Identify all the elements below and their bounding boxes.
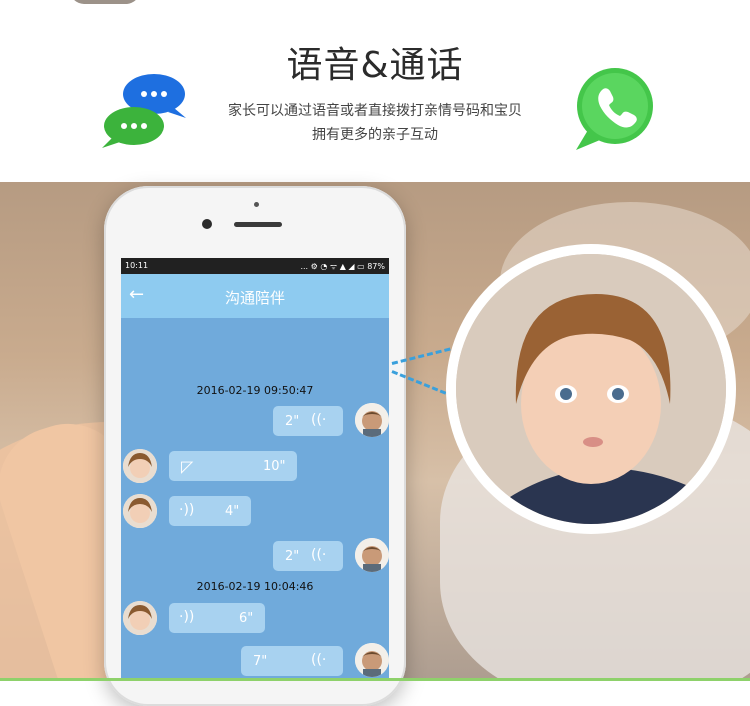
voice-duration: 2" — [285, 549, 300, 564]
earpiece-speaker — [234, 222, 282, 227]
top-decoration — [70, 0, 140, 4]
voice-duration: 6" — [239, 611, 254, 626]
proximity-sensor — [254, 202, 259, 207]
voice-wave-icon: ((· — [311, 547, 327, 563]
voice-duration: 2" — [285, 414, 300, 429]
voice-wave-icon: ((· — [311, 412, 327, 428]
avatar[interactable] — [123, 449, 157, 483]
avatar[interactable] — [355, 403, 389, 437]
status-indicators: ... ⚙ ◔ ᯤ ▲ ◢ ▭ 87% — [300, 262, 385, 271]
voice-wave-icon: ·)) — [179, 609, 195, 625]
chat-screen: 10:11 ... ⚙ ◔ ᯤ ▲ ◢ ▭ 87% ← 沟通陪伴 2016-02… — [121, 258, 389, 681]
voice-message-bubble[interactable]: 2" ((· — [273, 406, 343, 436]
voice-message-bubble[interactable]: 7" ((· — [241, 646, 343, 676]
front-camera — [202, 219, 212, 229]
status-time: 10:11 — [125, 261, 149, 270]
app-title: 沟通陪伴 — [224, 289, 285, 307]
voice-duration: 4" — [225, 504, 240, 519]
voice-wave-icon: ((· — [311, 652, 327, 668]
voice-duration: 7" — [253, 654, 268, 669]
child-portrait-frame — [446, 244, 736, 534]
message-timestamp: 2016-02-19 09:50:47 — [196, 384, 314, 397]
voice-message-bubble[interactable]: ◸ 10" — [169, 451, 297, 481]
voice-message-bubble[interactable]: ·)) 4" — [169, 496, 251, 526]
status-bar: 10:11 ... ⚙ ◔ ᯤ ▲ ◢ ▭ 87% — [121, 258, 389, 274]
whatsapp-phone-icon — [576, 68, 653, 150]
feature-banner: 语音&通话 家长可以通过语音或者直接拨打亲情号码和宝贝 拥有更多的亲子互动 — [0, 0, 750, 182]
avatar[interactable] — [355, 538, 389, 572]
headphones-icon: ◸ — [181, 457, 194, 476]
voice-duration: 10" — [263, 459, 286, 474]
chat-bubbles-icon — [102, 74, 186, 148]
avatar[interactable] — [123, 601, 157, 635]
avatar[interactable] — [123, 494, 157, 528]
app-header: ← 沟通陪伴 — [121, 274, 389, 318]
message-timestamp: 2016-02-19 10:04:46 — [196, 580, 314, 593]
child-portrait — [456, 254, 726, 524]
avatar[interactable] — [355, 643, 389, 677]
voice-message-bubble[interactable]: ·)) 6" — [169, 603, 265, 633]
voice-wave-icon: ·)) — [179, 502, 195, 518]
voice-message-bubble[interactable]: 2" ((· — [273, 541, 343, 571]
